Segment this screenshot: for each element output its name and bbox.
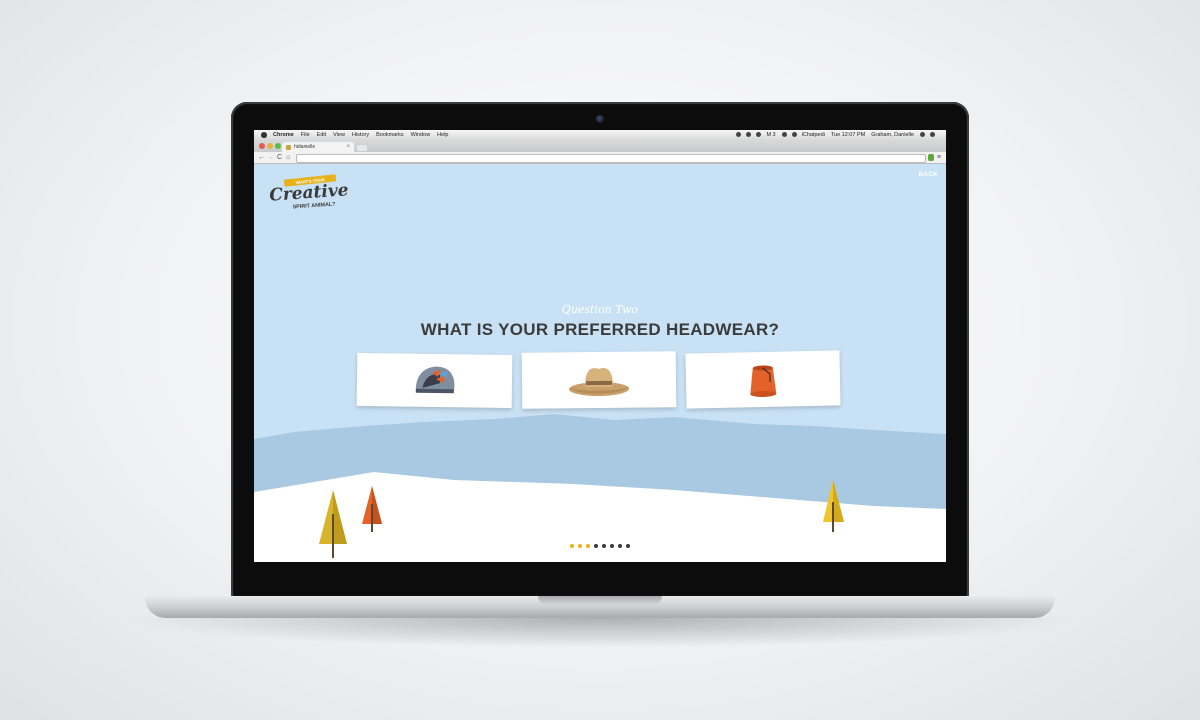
mail-count[interactable]: M 3 [766, 132, 775, 138]
back-arrow-icon[interactable]: ← [258, 153, 265, 162]
browser-toolbar: ← → C ⌂ ≡ [254, 152, 946, 164]
progress-dot[interactable] [618, 544, 622, 548]
answer-card-helmet[interactable] [356, 352, 513, 409]
search-icon[interactable] [920, 132, 925, 137]
cowboy-hat-icon [569, 368, 630, 397]
progress-dot[interactable] [610, 544, 614, 548]
progress-dot[interactable] [602, 544, 606, 548]
home-icon[interactable]: ⌂ [286, 153, 290, 162]
web-page: WHAT'S YOUR Creative SPIRIT ANIMAL? BACK… [254, 164, 946, 562]
im-status[interactable]: iChatpedi [802, 132, 825, 138]
progress-dot[interactable] [578, 544, 582, 548]
tab-title: hidanielle [294, 144, 316, 150]
answer-card-cowboy-hat[interactable] [521, 351, 677, 409]
answer-cards [254, 164, 946, 562]
apple-icon[interactable] [261, 131, 267, 138]
extension-icon[interactable] [928, 154, 934, 161]
menu-help[interactable]: Help [437, 132, 448, 138]
favicon-icon [286, 144, 291, 150]
menubar-status-area: M 3 iChatpedi Tue 12:07 PM Graham, Danie… [736, 132, 946, 138]
browser-tab[interactable]: hidanielle × [282, 142, 354, 152]
close-tab-icon[interactable]: × [346, 144, 350, 150]
new-tab-button[interactable] [357, 145, 367, 151]
os-menubar: Chrome File Edit View History Bookmarks … [254, 130, 946, 139]
chrome-menu-icon[interactable]: ≡ [937, 153, 941, 162]
menubar-clock[interactable]: Tue 12:07 PM [831, 132, 865, 138]
menu-history[interactable]: History [352, 132, 369, 138]
address-bar[interactable] [296, 154, 926, 163]
menu-file[interactable]: File [301, 132, 310, 138]
answer-card-fez[interactable] [685, 350, 841, 409]
racing-helmet-icon [415, 366, 454, 393]
progress-dot[interactable] [594, 544, 598, 548]
fez-icon [750, 364, 777, 397]
menu-app-name[interactable]: Chrome [273, 132, 294, 138]
wifi-icon[interactable] [781, 132, 787, 137]
progress-dot[interactable] [570, 544, 574, 548]
menu-edit[interactable]: Edit [317, 132, 326, 138]
laptop-screen: Chrome File Edit View History Bookmarks … [254, 130, 946, 562]
progress-dot[interactable] [626, 544, 630, 548]
status-icon[interactable] [736, 132, 742, 137]
laptop-shadow [120, 618, 1080, 648]
reload-icon[interactable]: C [277, 153, 282, 162]
progress-dots [254, 544, 946, 548]
laptop-opening-notch [538, 596, 662, 605]
user-name[interactable]: Graham, Danielle [871, 132, 914, 138]
close-window-button[interactable] [259, 143, 265, 149]
menu-window[interactable]: Window [411, 132, 431, 138]
minimize-window-button[interactable] [267, 143, 273, 149]
webcam [596, 115, 604, 123]
browser-tabstrip: hidanielle × [254, 139, 946, 152]
menu-bookmarks[interactable]: Bookmarks [376, 132, 404, 138]
zoom-window-button[interactable] [275, 143, 281, 149]
list-icon[interactable] [930, 132, 935, 137]
forward-arrow-icon[interactable]: → [267, 153, 274, 162]
status-icon[interactable] [746, 132, 752, 137]
progress-dot[interactable] [586, 544, 590, 548]
status-icon[interactable] [756, 132, 762, 137]
volume-icon[interactable] [791, 132, 797, 137]
menu-view[interactable]: View [333, 132, 345, 138]
